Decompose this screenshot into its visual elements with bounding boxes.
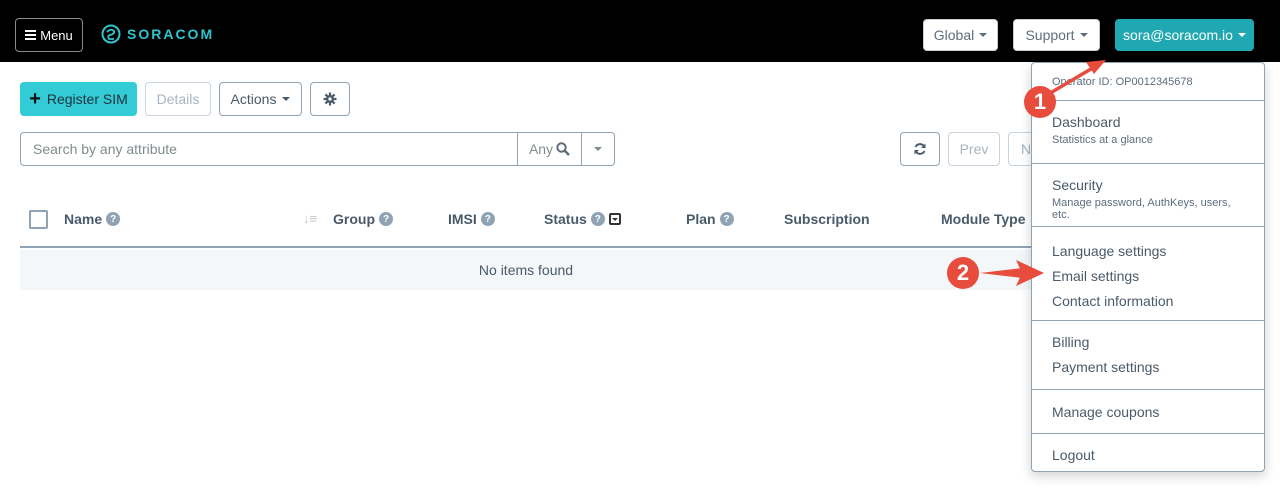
menu-button[interactable]: Menu <box>15 18 83 52</box>
menu-item-logout[interactable]: Logout <box>1052 443 1244 468</box>
account-dropdown[interactable]: sora@soracom.io <box>1115 19 1254 51</box>
menu-item-billing[interactable]: Billing <box>1052 330 1244 355</box>
chevron-down-icon <box>1079 33 1088 37</box>
menu-label: Menu <box>40 27 73 43</box>
menu-section-settings: Language settings Email settings Contact… <box>1032 227 1264 321</box>
column-label: Plan <box>686 211 716 227</box>
search-group: Any <box>20 132 615 166</box>
column-label: Status <box>544 211 587 227</box>
column-label: Name <box>64 211 103 227</box>
menu-section-dashboard: Dashboard Statistics at a glance <box>1032 101 1264 164</box>
details-button[interactable]: Details <box>145 82 211 116</box>
column-header-name[interactable]: Name ? <box>64 211 121 227</box>
operator-id: Operator ID: OP0012345678 <box>1032 63 1264 101</box>
refresh-icon <box>914 143 926 155</box>
support-label: Support <box>1025 27 1075 43</box>
prev-page-button[interactable]: Prev <box>948 132 1000 166</box>
register-sim-label: Register SIM <box>46 91 128 107</box>
menu-section-billing: Billing Payment settings <box>1032 321 1264 390</box>
gear-icon <box>323 92 337 106</box>
column-label: IMSI <box>448 211 477 227</box>
empty-message: No items found <box>478 262 574 278</box>
menu-item-manage-coupons[interactable]: Manage coupons <box>1052 400 1244 425</box>
help-icon[interactable]: ? <box>480 212 495 226</box>
search-input[interactable] <box>21 133 517 165</box>
search-scope-button[interactable]: Any <box>517 133 581 165</box>
column-label: Group <box>333 211 375 227</box>
account-menu: Operator ID: OP0012345678 Dashboard Stat… <box>1031 62 1265 472</box>
chevron-down-icon <box>282 97 291 101</box>
hamburger-icon <box>25 30 37 40</box>
menu-item-dashboard[interactable]: Dashboard <box>1052 114 1244 130</box>
prev-label: Prev <box>959 141 989 157</box>
search-scope-label: Any <box>528 141 554 157</box>
register-sim-button[interactable]: + Register SIM <box>20 82 137 116</box>
actions-label: Actions <box>230 91 277 107</box>
empty-table-row: No items found <box>20 250 1032 290</box>
column-header-status[interactable]: Status ? <box>544 211 621 227</box>
soracom-logo-icon <box>101 24 121 44</box>
select-all-checkbox[interactable] <box>29 210 48 229</box>
column-header-module-type[interactable]: Module Type <box>941 211 1026 227</box>
global-label: Global <box>933 27 975 43</box>
brand-name: SORACOM <box>127 26 215 42</box>
search-options-dropdown[interactable] <box>581 133 614 165</box>
menu-item-email-settings[interactable]: Email settings <box>1052 264 1244 289</box>
details-label: Details <box>156 91 200 107</box>
plus-icon: + <box>29 88 41 110</box>
top-navbar: Menu SORACOM Global Support sora@soracom… <box>0 0 1280 62</box>
help-icon[interactable]: ? <box>379 212 393 226</box>
actions-dropdown[interactable]: Actions <box>219 82 302 116</box>
chevron-down-icon <box>594 147 602 151</box>
menu-item-security[interactable]: Security <box>1052 177 1244 193</box>
column-header-group[interactable]: Group ? <box>333 211 393 227</box>
help-icon[interactable]: ? <box>590 212 605 226</box>
column-label: Subscription <box>784 211 870 227</box>
menu-item-language-settings[interactable]: Language settings <box>1052 239 1244 264</box>
column-header-imsi[interactable]: IMSI ? <box>448 211 495 227</box>
menu-section-coupons: Manage coupons <box>1032 390 1264 434</box>
search-icon <box>556 142 570 156</box>
sim-table-header: Name ? ↓≡ Group ? IMSI ? Status ? Plan ?… <box>20 196 1032 248</box>
annotation-badge-2: 2 <box>947 257 979 289</box>
account-label: sora@soracom.io <box>1123 27 1233 43</box>
chevron-down-icon <box>979 33 988 37</box>
sort-icon[interactable]: ↓≡ <box>303 211 317 226</box>
chevron-down-icon <box>1237 33 1246 37</box>
menu-section-security: Security Manage password, AuthKeys, user… <box>1032 164 1264 227</box>
annotation-badge-1: 1 <box>1024 86 1056 118</box>
soracom-logo[interactable]: SORACOM <box>101 24 214 44</box>
menu-item-payment-settings[interactable]: Payment settings <box>1052 355 1244 380</box>
help-icon[interactable]: ? <box>719 212 734 226</box>
settings-button[interactable] <box>310 82 350 116</box>
support-dropdown[interactable]: Support <box>1013 19 1100 51</box>
column-header-subscription[interactable]: Subscription <box>784 211 870 227</box>
menu-item-security-description: Manage password, AuthKeys, users, etc. <box>1052 197 1231 221</box>
column-header-plan[interactable]: Plan ? <box>686 211 734 227</box>
global-dropdown[interactable]: Global <box>923 19 998 51</box>
filter-dropdown-icon[interactable] <box>608 213 621 225</box>
menu-section-logout: Logout <box>1032 434 1264 472</box>
menu-item-dashboard-description: Statistics at a glance <box>1052 134 1153 146</box>
refresh-button[interactable] <box>900 132 940 166</box>
column-label: Module Type <box>941 211 1026 227</box>
help-icon[interactable]: ? <box>106 212 121 226</box>
menu-item-contact-information[interactable]: Contact information <box>1052 289 1244 314</box>
